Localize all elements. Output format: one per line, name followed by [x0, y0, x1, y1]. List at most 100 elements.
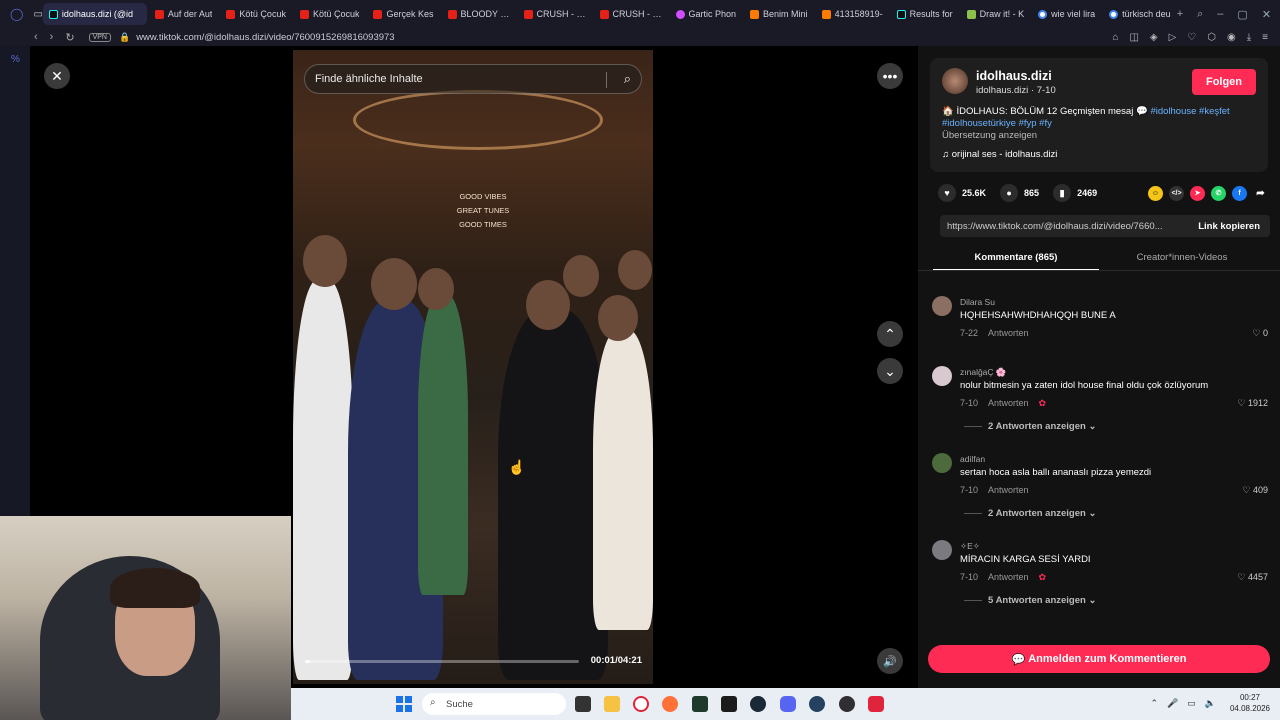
browser-tab[interactable]: Benim Mini — [744, 3, 814, 25]
browser-tab[interactable]: Gerçek Kes — [367, 3, 439, 25]
video-player[interactable]: GOOD VIBES GREAT TUNES GOOD TIMES Finde … — [293, 50, 653, 684]
back-icon[interactable]: ‹ — [34, 31, 38, 44]
show-replies-button[interactable]: 5 Antworten anzeigen ⌄ — [964, 595, 1096, 606]
url-field[interactable]: www.tiktok.com/@idolhaus.dizi/video/7600… — [136, 32, 394, 43]
more-options-button[interactable]: ••• — [877, 63, 903, 89]
whatsapp-icon[interactable]: ✆ — [1211, 185, 1226, 201]
avatar[interactable] — [932, 453, 952, 473]
display-icon[interactable]: ▭ — [1187, 698, 1196, 709]
reply-button[interactable]: Antworten — [988, 328, 1029, 338]
profile-icon[interactable]: ◉ — [1227, 32, 1236, 43]
video-search-input[interactable]: Finde ähnliche Inhalte ⌕ — [304, 64, 642, 94]
tab-creator-videos[interactable]: Creator*innen-Videos — [1099, 246, 1265, 271]
comment-like-button[interactable]: ♡ 0 — [1252, 328, 1268, 339]
play-icon[interactable]: ▷ — [1169, 32, 1177, 43]
like-button[interactable]: ♥ 25.6K — [938, 184, 986, 202]
microphone-icon[interactable]: 🎤 — [1167, 698, 1178, 709]
browser-tab[interactable]: BLOODY MA — [442, 3, 516, 25]
browser-tab[interactable]: 413158919- — [816, 3, 889, 25]
search-tabs-icon[interactable]: ⌕ — [1197, 8, 1203, 21]
steam-icon[interactable] — [750, 696, 766, 712]
next-video-button[interactable]: ⌄ — [877, 358, 903, 384]
steam-icon[interactable] — [809, 696, 825, 712]
clock[interactable]: 00:27 04.08.2026 — [1230, 692, 1270, 714]
browser-tab[interactable]: türkisch deu — [1103, 3, 1177, 25]
close-video-button[interactable]: ✕ — [44, 63, 70, 89]
comment-button[interactable]: ● 865 — [1000, 184, 1039, 202]
maximize-icon[interactable]: ▢ — [1237, 8, 1247, 21]
game-icon[interactable] — [692, 696, 708, 712]
speaker-icon[interactable]: 🔈 — [1205, 698, 1216, 709]
show-replies-button[interactable]: 2 Antworten anzeigen ⌄ — [964, 508, 1096, 519]
app-icon[interactable] — [721, 696, 737, 712]
chevron-up-icon[interactable]: ⌃ — [1151, 698, 1159, 709]
discord-icon[interactable] — [780, 696, 796, 712]
browser-tab[interactable]: wie viel lira — [1032, 3, 1101, 25]
save-button[interactable]: ▮ 2469 — [1053, 184, 1097, 202]
embed-icon[interactable]: </> — [1169, 185, 1184, 201]
comment-like-button[interactable]: ♡ 4457 — [1237, 572, 1268, 583]
opera-logo-icon[interactable]: ◯ — [10, 7, 23, 21]
download-icon[interactable]: ⤓ — [1247, 32, 1251, 43]
hashtags[interactable]: #idolhousetürkiye #fyp #fy — [942, 118, 1052, 129]
browser-tab[interactable]: Kötü Çocuk — [220, 3, 292, 25]
obs-icon[interactable] — [839, 696, 855, 712]
task-view-icon[interactable] — [575, 696, 591, 712]
minimize-icon[interactable]: – — [1217, 8, 1223, 21]
reply-button[interactable]: Antworten — [988, 485, 1029, 495]
tab-comments[interactable]: Kommentare (865) — [933, 246, 1099, 271]
browser-tab[interactable]: Results for — [891, 3, 959, 25]
show-replies-button[interactable]: 2 Antworten anzeigen ⌄ — [964, 421, 1096, 432]
comment-author[interactable]: ✧E✧ — [960, 541, 980, 552]
percent-icon[interactable]: % — [11, 54, 20, 65]
reload-icon[interactable]: ↻ — [65, 31, 74, 44]
comment-author[interactable]: adilfan — [960, 454, 985, 464]
shield-icon[interactable]: ◈ — [1150, 32, 1158, 43]
taskbar-search[interactable]: ⌕ Suche — [422, 693, 566, 715]
browser-tab[interactable]: idolhaus.dizi (@id — [42, 3, 147, 25]
video-progress-bar[interactable] — [305, 660, 579, 663]
reply-button[interactable]: Antworten — [988, 572, 1029, 583]
share-arrow-icon[interactable]: ➦ — [1253, 186, 1268, 201]
translate-link[interactable]: Übersetzung anzeigen — [942, 130, 1037, 141]
sound-link[interactable]: ♫ orijinal ses - idolhaus.dizi — [942, 149, 1057, 160]
browser-tab[interactable]: Auf der Aut — [149, 3, 219, 25]
browser-tab[interactable]: CRUSH - CR — [518, 3, 592, 25]
vpn-badge[interactable]: VPN — [88, 32, 111, 42]
hashtags[interactable]: #idolhouse #keşfet — [1150, 106, 1229, 117]
forward-icon[interactable]: › — [50, 31, 54, 44]
avatar[interactable] — [932, 540, 952, 560]
volume-button[interactable]: 🔊 — [877, 648, 903, 674]
browser-tab[interactable]: Gartic Phon — [670, 3, 743, 25]
send-icon[interactable]: ➤ — [1190, 185, 1205, 201]
comment-author[interactable]: Dilara Su — [960, 297, 995, 307]
comment-author[interactable]: zınalğaÇ 🌸 — [960, 367, 1007, 378]
login-to-comment-button[interactable]: 💬 Anmelden zum Kommentieren — [928, 645, 1270, 673]
menu-icon[interactable]: ≡ — [1262, 32, 1268, 43]
comment-like-button[interactable]: ♡ 409 — [1242, 485, 1268, 496]
post-link[interactable]: https://www.tiktok.com/@idolhaus.dizi/vi… — [947, 221, 1163, 232]
recorder-icon[interactable] — [868, 696, 884, 712]
comment-like-button[interactable]: ♡ 1912 — [1237, 398, 1268, 409]
tab-menu-icon[interactable]: ▭ — [33, 9, 42, 20]
reply-button[interactable]: Antworten — [988, 398, 1029, 409]
search-icon[interactable]: ⌕ — [624, 71, 631, 87]
heart-icon[interactable]: ♡ — [1187, 32, 1196, 43]
snapshot-icon[interactable]: ◫ — [1129, 32, 1138, 43]
avatar[interactable] — [942, 68, 968, 94]
opera-icon[interactable] — [633, 696, 649, 712]
firefox-icon[interactable] — [662, 696, 678, 712]
emoji-share-icon[interactable]: ☺ — [1148, 185, 1163, 201]
browser-tab[interactable]: CRUSH - CR — [594, 3, 668, 25]
browser-tab[interactable]: Draw it! - K — [961, 3, 1031, 25]
previous-video-button[interactable]: ⌃ — [877, 321, 903, 347]
windows-start-icon[interactable] — [396, 696, 412, 712]
new-tab-icon[interactable]: + — [1177, 8, 1183, 21]
close-window-icon[interactable]: ✕ — [1262, 8, 1271, 21]
avatar[interactable] — [932, 366, 952, 386]
avatar[interactable] — [932, 296, 952, 316]
facebook-icon[interactable]: f — [1232, 185, 1247, 201]
copy-link-button[interactable]: Link kopieren — [1198, 221, 1270, 232]
bookmark-icon[interactable]: ⌂ — [1112, 32, 1118, 43]
browser-tab[interactable]: Kötü Çocuk — [294, 3, 366, 25]
